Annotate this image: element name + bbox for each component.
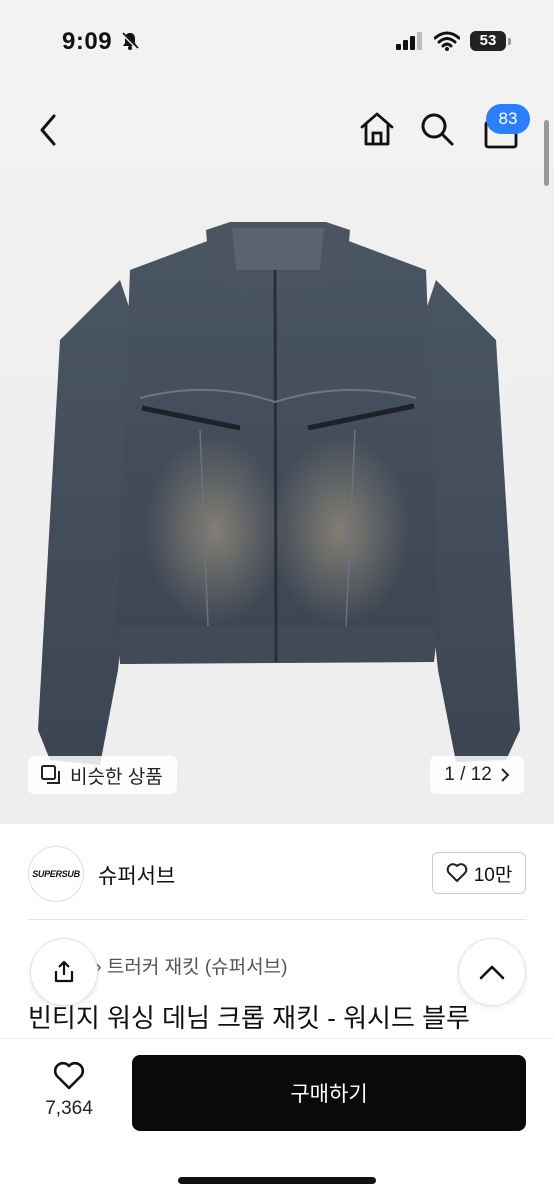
share-button[interactable] (30, 938, 98, 1006)
image-pager-text: 1 / 12 (444, 764, 492, 785)
similar-products-button[interactable]: 비슷한 상품 (28, 756, 177, 794)
wishlist-count: 7,364 (45, 1098, 93, 1119)
status-bar: 9:09 53 (0, 0, 554, 86)
cellular-signal-icon (396, 32, 422, 50)
brand-logo[interactable]: SUPERSUB (28, 846, 84, 902)
top-navigation: 83 (0, 86, 554, 170)
heart-outline-icon (446, 863, 467, 882)
home-icon[interactable] (358, 110, 396, 148)
home-indicator (178, 1177, 376, 1184)
search-icon[interactable] (418, 110, 456, 148)
chevron-up-icon (479, 965, 505, 980)
scroll-indicator (544, 120, 549, 186)
brand-name[interactable]: 슈퍼서브 (98, 860, 175, 890)
brand-row: SUPERSUB 슈퍼서브 10만 (0, 824, 554, 920)
breadcrumb-category[interactable]: 트러커 재킷 (슈퍼서브) (107, 957, 288, 978)
chevron-right-icon (501, 768, 510, 782)
image-pager[interactable]: 1 / 12 (430, 756, 524, 794)
status-time: 9:09 (62, 28, 113, 55)
buy-button[interactable]: 구매하기 (132, 1055, 526, 1131)
bell-muted-icon (120, 31, 140, 51)
product-image-gallery[interactable]: 비슷한 상품 1 / 12 (0, 170, 554, 824)
product-title: 빈티지 워싱 데님 크롭 재킷 - 워시드 블루 (28, 1003, 470, 1033)
battery-indicator: 53 (470, 31, 506, 51)
back-arrow-icon[interactable] (34, 112, 64, 148)
wishlist-button[interactable]: 7,364 (36, 1061, 102, 1120)
cart-count-badge[interactable]: 83 (486, 104, 530, 134)
brand-like-button[interactable]: 10만 (432, 852, 526, 894)
battery-cap (508, 38, 511, 45)
similar-products-label: 비슷한 상품 (70, 766, 163, 788)
copy-squares-icon (41, 765, 60, 784)
bottom-purchase-bar: 7,364 구매하기 (0, 1038, 554, 1201)
share-icon (54, 960, 74, 983)
product-photo-denim-jacket (38, 222, 520, 765)
scroll-to-top-button[interactable] (458, 938, 526, 1006)
wifi-icon (434, 31, 460, 51)
section-divider (28, 919, 526, 920)
brand-like-count: 10만 (473, 864, 513, 886)
heart-outline-icon (53, 1061, 85, 1090)
